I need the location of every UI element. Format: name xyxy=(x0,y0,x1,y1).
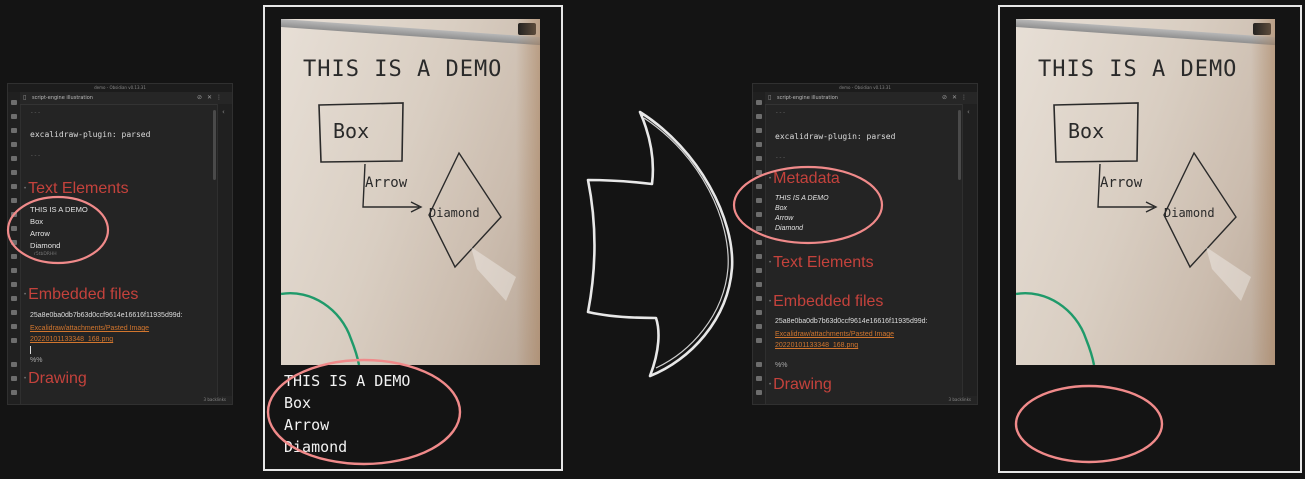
highlight-circle xyxy=(1014,384,1164,464)
